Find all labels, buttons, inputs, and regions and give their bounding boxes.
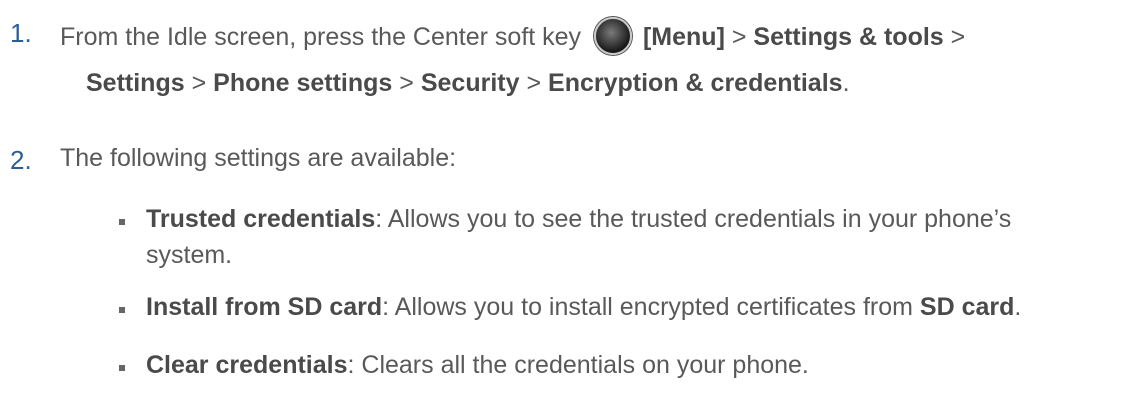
step-2-text: The following settings are available: xyxy=(60,144,457,172)
path-separator: > xyxy=(191,69,207,97)
setting-install-from-sd-card: Install from SD card: Allows you to inst… xyxy=(146,293,1021,322)
setting-name: Trusted credentials xyxy=(146,205,376,233)
step-2-number: 2. xyxy=(10,145,32,175)
step-1-text: From the Idle screen, press the Center s… xyxy=(60,23,582,51)
setting-name: Install from SD card xyxy=(146,293,383,321)
period: . xyxy=(1014,293,1022,321)
setting-clear-credentials: Clear credentials: Clears all the creden… xyxy=(146,351,809,380)
period: . xyxy=(842,69,850,97)
setting-trusted-credentials-line-2: system. xyxy=(146,241,233,269)
setting-desc: : Allows you to see the trusted credenti… xyxy=(375,205,1012,233)
step-1-line-1: From the Idle screen, press the Center s… xyxy=(60,17,965,55)
step-1-line-2: Settings > Phone settings > Security > E… xyxy=(86,69,850,98)
path-settings-tools: Settings & tools xyxy=(753,23,944,51)
setting-desc: : Clears all the credentials on your pho… xyxy=(347,351,809,379)
setting-name: Clear credentials xyxy=(146,351,348,379)
path-separator: > xyxy=(526,69,542,97)
setting-desc: : Allows you to install encrypted certif… xyxy=(382,293,920,321)
step-1-number: 1. xyxy=(10,18,32,48)
path-separator: > xyxy=(399,69,414,97)
path-encryption-credentials: Encryption & credentials xyxy=(548,69,843,97)
bullet-icon xyxy=(119,365,125,371)
menu-label: [Menu] xyxy=(642,23,725,51)
setting-trusted-credentials: Trusted credentials: Allows you to see t… xyxy=(146,205,1011,234)
path-phone-settings: Phone settings xyxy=(213,69,393,97)
bullet-icon xyxy=(119,219,125,225)
path-separator: > xyxy=(731,23,747,51)
center-soft-key-icon xyxy=(594,17,633,55)
path-separator: > xyxy=(950,23,966,51)
instructions-page: 1. From the Idle screen, press the Cente… xyxy=(0,0,1138,399)
path-settings: Settings xyxy=(86,69,185,97)
bullet-icon xyxy=(119,307,125,313)
sd-card-label: SD card xyxy=(919,293,1015,321)
path-security: Security xyxy=(420,69,520,97)
